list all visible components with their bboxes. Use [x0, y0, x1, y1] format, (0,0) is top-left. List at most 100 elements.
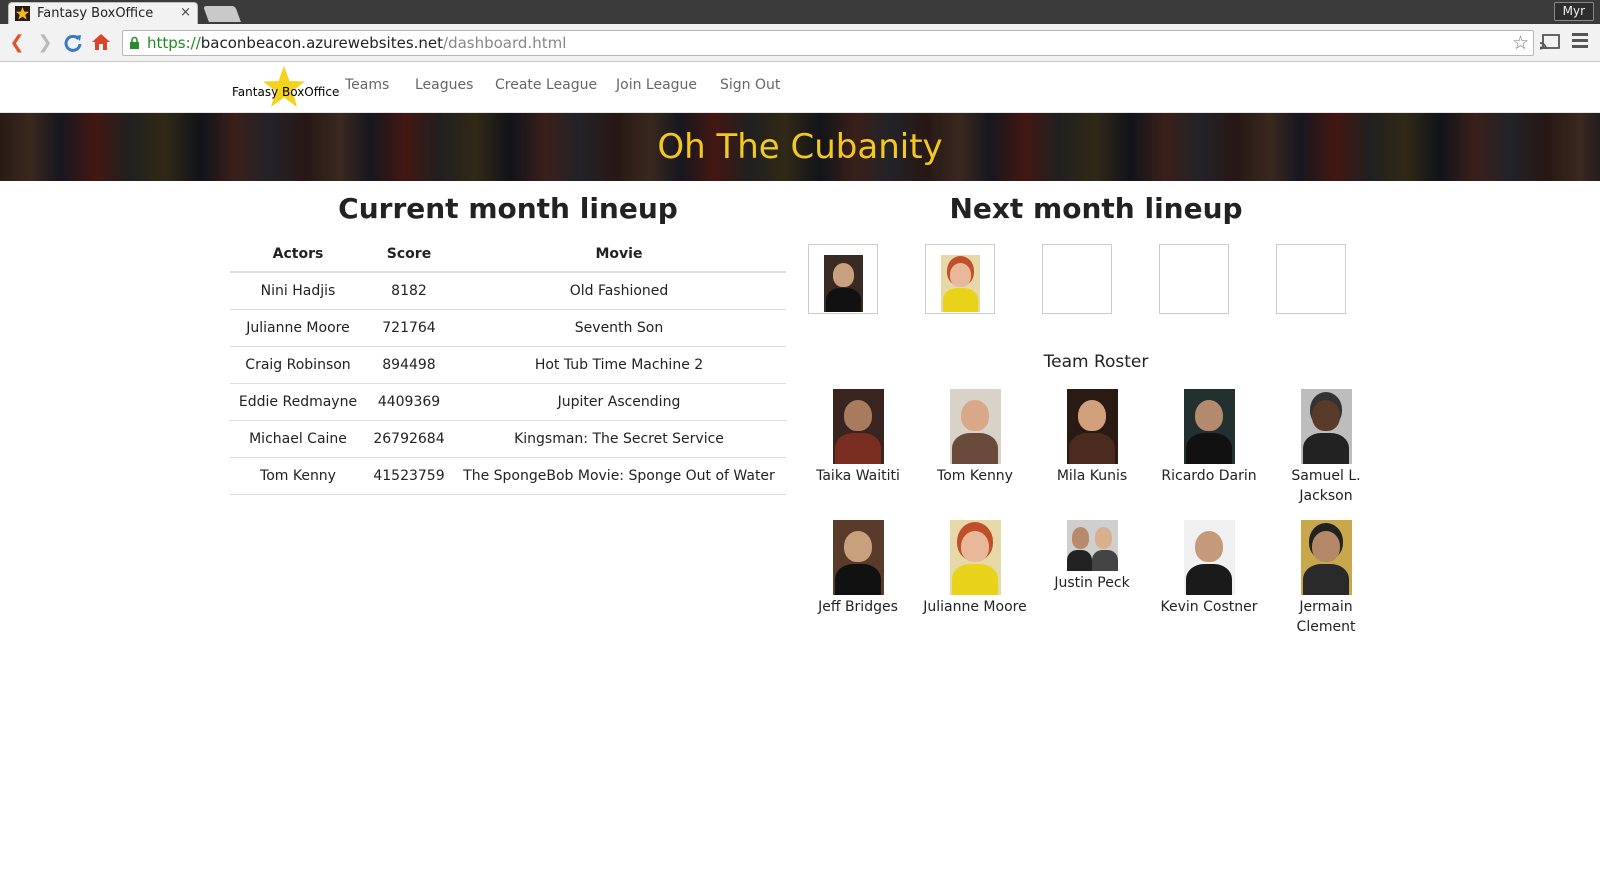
site-navbar: Fantasy BoxOffice Teams Leagues Create L… [0, 63, 1600, 113]
tab-close-icon[interactable]: × [180, 5, 191, 20]
actor-name: Mila Kunis [1056, 468, 1128, 484]
favicon-star-icon [15, 6, 30, 21]
actor-photo [941, 255, 980, 312]
address-bar[interactable]: https://baconbeacon.azurewebsites.net/da… [122, 30, 1534, 56]
browser-tabstrip: Fantasy BoxOffice × Myr [0, 0, 1600, 24]
roster-card[interactable]: Jermain Clement [1271, 520, 1381, 637]
table-row: Michael Caine 26792684 Kingsman: The Secre… [230, 420, 786, 458]
column-header-movie: Movie [452, 236, 786, 273]
url-text: https://baconbeacon.azurewebsites.net/da… [147, 34, 566, 52]
lineup-slot-5[interactable] [1276, 244, 1346, 314]
nav-create-league-link[interactable]: Create League [495, 77, 597, 93]
roster-card[interactable]: Julianne Moore [920, 520, 1030, 617]
nav-join-league-link[interactable]: Join League [616, 77, 697, 93]
actor-name: Julianne Moore [923, 599, 1027, 615]
actor-name: Justin Peck [1054, 575, 1130, 591]
table-row: Craig Robinson 894498 Hot Tub Time Machine… [230, 346, 786, 384]
home-icon[interactable] [90, 32, 112, 54]
actor-name: Samuel L. Jackson [1291, 468, 1361, 504]
lineup-slot-1[interactable] [808, 244, 878, 314]
actor-photo [1066, 389, 1118, 464]
actor-photo [1066, 520, 1118, 571]
table-row: Tom Kenny 41523759 The SpongeBob Movie: Sp… [230, 457, 786, 495]
roster-card[interactable]: Jeff Bridges [803, 520, 913, 617]
table-row: Julianne Moore 721764 Seventh Son [230, 309, 786, 347]
actor-name: Ricardo Darin [1161, 468, 1257, 484]
tab-title: Fantasy BoxOffice [37, 6, 154, 21]
actor-name: Kevin Costner [1160, 599, 1258, 615]
score-cell: 721764 [366, 309, 452, 347]
browser-toolbar: ❮ ❯ https://baconbeacon.azurewebsites.ne… [0, 24, 1600, 62]
actor-name: Taika Waititi [816, 468, 900, 484]
nav-teams-link[interactable]: Teams [345, 77, 389, 93]
actor-photo [1183, 520, 1235, 595]
table-row: Nini Hadjis 8182 Old Fashioned [230, 272, 786, 310]
reload-icon[interactable] [62, 32, 84, 54]
actor-cell: Nini Hadjis [230, 272, 366, 310]
brand-logo[interactable]: Fantasy BoxOffice [224, 65, 339, 111]
actor-photo [1300, 389, 1352, 464]
column-header-actors: Actors [230, 236, 366, 273]
menu-icon[interactable] [1572, 33, 1588, 49]
actor-name: Tom Kenny [937, 468, 1013, 484]
browser-tab[interactable]: Fantasy BoxOffice × [8, 2, 198, 24]
actor-cell: Craig Robinson [230, 346, 366, 384]
lineup-slot-4[interactable] [1159, 244, 1229, 314]
url-scheme: https:// [147, 34, 201, 52]
team-name: Oh The Cubanity [657, 127, 943, 167]
roster-card[interactable]: Kevin Costner [1154, 520, 1264, 617]
team-banner: Oh The Cubanity [0, 113, 1600, 181]
roster-card[interactable]: Mila Kunis [1037, 389, 1147, 486]
roster-card[interactable]: Taika Waititi [803, 389, 913, 486]
movie-cell: Kingsman: The Secret Service [452, 420, 786, 458]
movie-cell: Seventh Son [452, 309, 786, 347]
score-cell: 41523759 [366, 457, 452, 495]
next-lineup-heading: Next month lineup [949, 192, 1243, 225]
lineup-slot-2[interactable] [925, 244, 995, 314]
movie-cell: The SpongeBob Movie: Sponge Out of Water [452, 457, 786, 495]
forward-arrow-icon[interactable]: ❯ [34, 32, 56, 54]
actor-cell: Eddie Redmayne [230, 383, 366, 421]
roster-card[interactable]: Samuel L. Jackson [1271, 389, 1381, 506]
score-cell: 4409369 [366, 383, 452, 421]
url-host: baconbeacon.azurewebsites.net [200, 34, 444, 52]
cast-icon[interactable] [1540, 34, 1560, 50]
actor-photo [832, 520, 884, 595]
actor-cell: Michael Caine [230, 420, 366, 458]
new-tab-button[interactable] [203, 6, 241, 22]
actor-photo [1300, 520, 1352, 595]
table-header-row: Actors Score Movie [230, 236, 786, 273]
actor-photo [832, 389, 884, 464]
team-roster-heading: Team Roster [1043, 352, 1149, 372]
table-row: Eddie Redmayne 4409369 Jupiter Ascending [230, 383, 786, 421]
current-lineup-heading: Current month lineup [338, 192, 678, 225]
roster-card[interactable]: Tom Kenny [920, 389, 1030, 486]
bookmark-star-icon[interactable]: ☆ [1512, 32, 1529, 54]
roster-card[interactable]: Justin Peck [1037, 520, 1147, 593]
current-lineup-table: Actors Score Movie Nini Hadjis 8182 Old Fa… [230, 236, 786, 495]
score-cell: 26792684 [366, 420, 452, 458]
movie-cell: Hot Tub Time Machine 2 [452, 346, 786, 384]
actor-photo [1183, 389, 1235, 464]
nav-sign-out-link[interactable]: Sign Out [720, 77, 780, 93]
movie-cell: Old Fashioned [452, 272, 786, 310]
actor-cell: Julianne Moore [230, 309, 366, 347]
lineup-slot-3[interactable] [1042, 244, 1112, 314]
score-cell: 8182 [366, 272, 452, 310]
profile-button[interactable]: Myr [1553, 2, 1594, 21]
url-path: /dashboard.html [443, 34, 567, 52]
actor-name: Jeff Bridges [818, 599, 898, 615]
actor-cell: Tom Kenny [230, 457, 366, 495]
movie-cell: Jupiter Ascending [452, 383, 786, 421]
brand-text: Fantasy BoxOffice [232, 85, 340, 99]
actor-photo [949, 520, 1001, 595]
roster-card[interactable]: Ricardo Darin [1154, 389, 1264, 486]
nav-leagues-link[interactable]: Leagues [415, 77, 473, 93]
score-cell: 894498 [366, 346, 452, 384]
actor-name: Jermain Clement [1296, 599, 1356, 635]
actor-photo [824, 255, 863, 312]
actor-photo [949, 389, 1001, 464]
back-arrow-icon[interactable]: ❮ [6, 32, 28, 54]
lock-icon [130, 36, 139, 49]
column-header-score: Score [366, 236, 452, 273]
